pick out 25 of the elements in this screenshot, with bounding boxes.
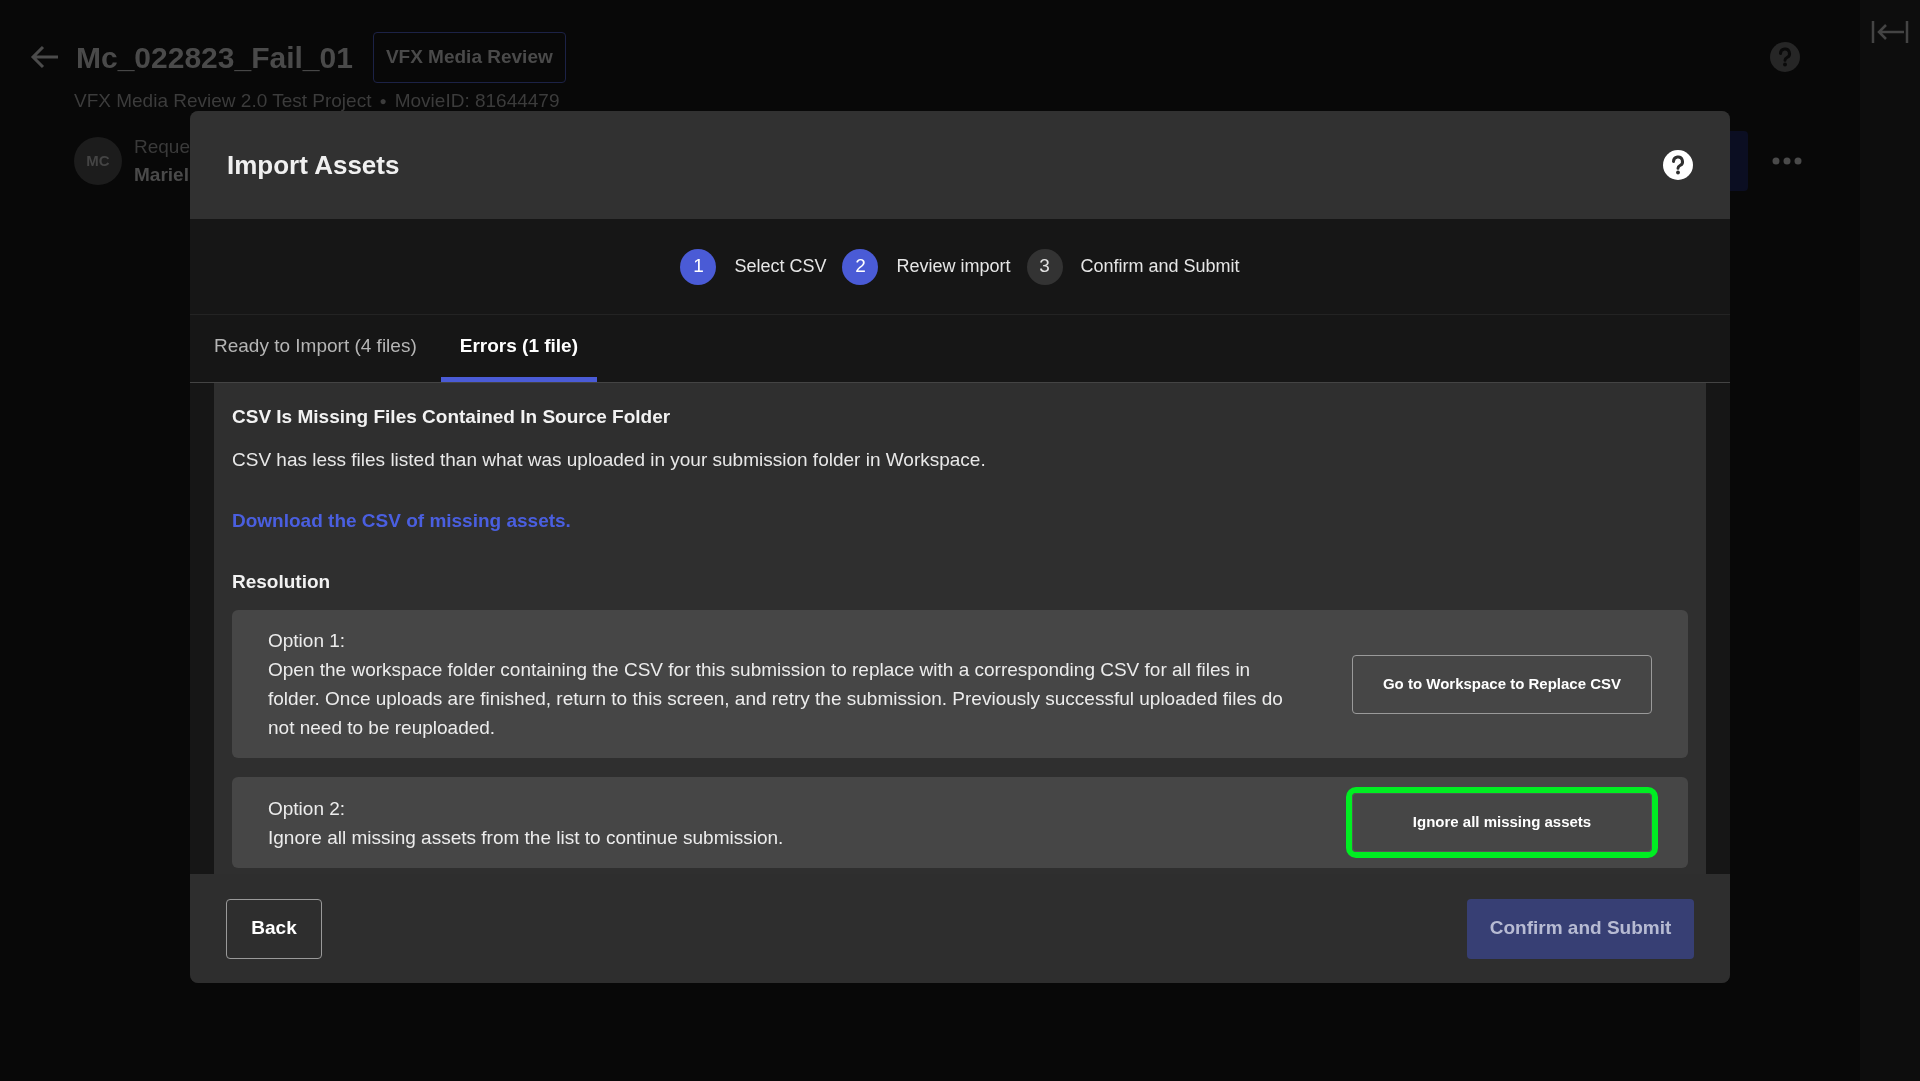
option-label: Option 1: (268, 629, 347, 653)
dialog-title: Import Assets (227, 148, 400, 182)
error-description: CSV has less files listed than what was uploaded in your submission folder in Workspace. (232, 447, 987, 472)
requester-name: Mariel (134, 163, 190, 187)
option-description: Open the workspace folder containing the CSV for this submission to replace with a corresponding CSV for all files in folder. Once uploads are finished, return to this screen, and retry the submission. Previously successful uploaded files do not need to be reuploaded. (268, 658, 1284, 740)
page-title: Mc_022823_Fail_01 (76, 39, 353, 76)
separator-dot: ● (379, 92, 387, 110)
tab[interactable]: Ready to Import (4 files) (214, 315, 417, 382)
collapse-sidebar-icon[interactable] (1871, 20, 1909, 44)
step-label: Confirm and Submit (1080, 255, 1240, 278)
help-icon[interactable] (1663, 150, 1693, 180)
more-options-icon[interactable] (1772, 157, 1802, 165)
step-number: 3 (1026, 248, 1063, 285)
option-button[interactable]: Go to Workspace to Replace CSV (1352, 654, 1652, 714)
option-description: Ignore all missing assets from the list to continue submission. (268, 825, 785, 850)
option-label: Option 2: (268, 796, 347, 821)
step-number: 1 (680, 248, 717, 285)
error-heading: CSV Is Missing Files Contained In Source Folder (232, 405, 672, 429)
step-label: Select CSV (734, 255, 827, 278)
back-button[interactable]: Back (226, 898, 322, 959)
back-arrow-icon[interactable] (30, 44, 60, 71)
step-number: 2 (842, 248, 879, 285)
project-tag: VFX Media Review (372, 32, 566, 83)
step-label: Review import (896, 255, 1011, 278)
resolution-heading: Resolution (232, 569, 332, 594)
